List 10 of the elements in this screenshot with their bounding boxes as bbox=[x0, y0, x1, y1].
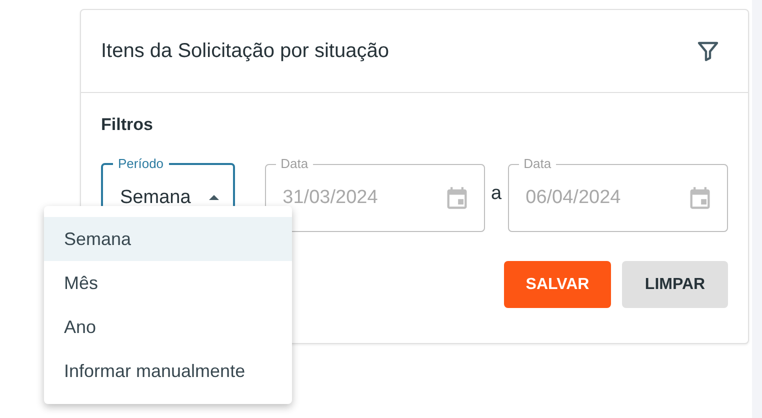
filter-icon[interactable] bbox=[696, 39, 720, 63]
caret-icon bbox=[208, 195, 219, 200]
menu-item[interactable]: Semana bbox=[44, 217, 292, 261]
menu-item[interactable]: Ano bbox=[44, 305, 292, 349]
menu-item[interactable]: Mês bbox=[44, 261, 292, 305]
section-title: Filtros bbox=[101, 115, 154, 135]
range-separator: a bbox=[491, 182, 502, 204]
action-button[interactable]: LIMPAR bbox=[622, 261, 728, 308]
card-title: Itens da Solicitação por situação bbox=[101, 40, 389, 62]
menu-item[interactable]: Informar manualmente bbox=[44, 349, 292, 393]
